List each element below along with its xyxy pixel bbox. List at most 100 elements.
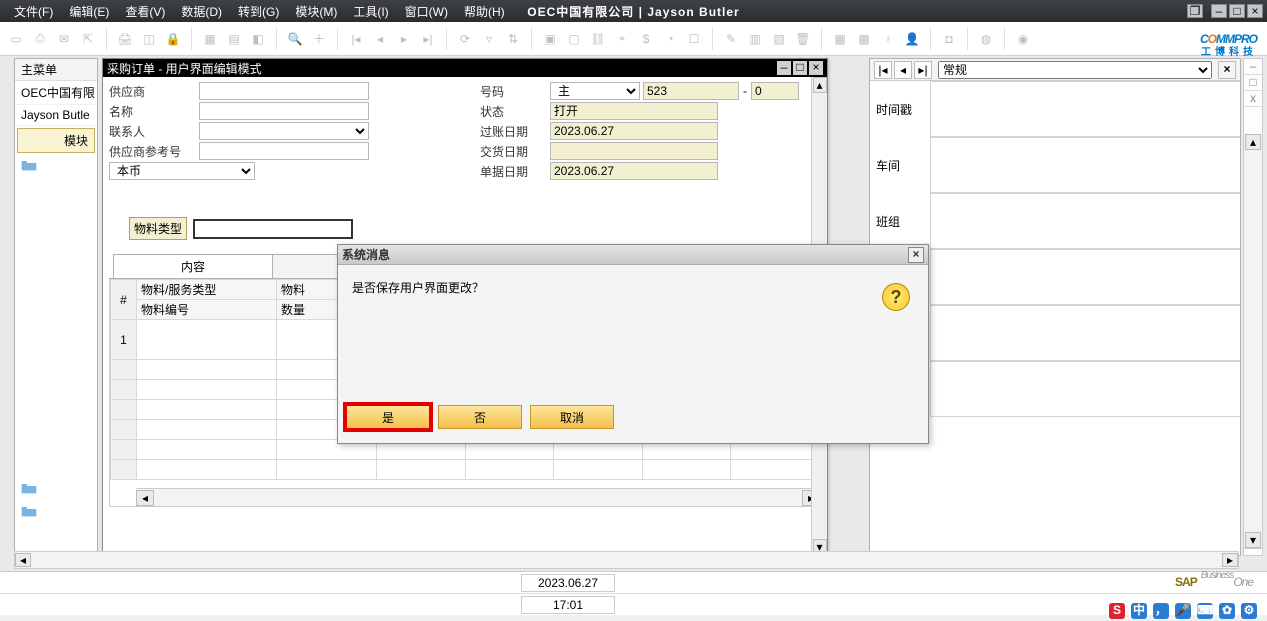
cancel-button[interactable]: 取消 <box>530 405 614 429</box>
tbtn-pie-icon[interactable]: ◔ <box>660 29 680 49</box>
tbtn-trash-icon[interactable]: 🗑 <box>793 29 813 49</box>
menu-file[interactable]: 文件(F) <box>6 3 61 20</box>
scroll-left-icon[interactable]: ◂ <box>15 553 31 567</box>
folder-icon[interactable] <box>15 155 97 178</box>
col-rownum[interactable]: # <box>111 280 137 320</box>
grid-hscroll[interactable]: ◂▸ <box>136 488 820 506</box>
po-close-icon[interactable]: × <box>809 61 823 75</box>
extra1-input[interactable] <box>930 249 1240 305</box>
ime-keyboard-icon[interactable]: ⌨ <box>1197 603 1213 619</box>
tbtn-help-icon[interactable]: ◉ <box>1013 29 1033 49</box>
tbtn-next-icon[interactable]: ▸ <box>394 29 414 49</box>
supplier-input[interactable] <box>199 82 369 100</box>
tbtn-formset-icon[interactable]: ▥ <box>745 29 765 49</box>
po-titlebar[interactable]: 采购订单 - 用户界面编辑模式 – □ × <box>103 59 827 77</box>
menu-tools[interactable]: 工具(I) <box>345 3 396 20</box>
tbtn-filter-icon[interactable]: ▿ <box>479 29 499 49</box>
maximize-icon[interactable]: □ <box>1229 4 1245 18</box>
udf-view-select[interactable]: 常规 <box>938 61 1212 79</box>
ime-mic-icon[interactable]: 🎤 <box>1175 603 1191 619</box>
material-type-input[interactable] <box>193 219 353 239</box>
dock-sq-icon[interactable]: □ <box>1244 75 1262 91</box>
tbtn-copyto-icon[interactable]: ▣ <box>540 29 560 49</box>
tbtn-cockpit-icon[interactable]: ◘ <box>939 29 959 49</box>
tbtn-mail-icon[interactable]: ✉ <box>54 29 74 49</box>
tbtn-first-icon[interactable]: |◂ <box>346 29 366 49</box>
tbtn-sort-icon[interactable]: ⇅ <box>503 29 523 49</box>
supplier-ref-input[interactable] <box>199 142 369 160</box>
folder-icon[interactable] <box>15 501 97 524</box>
tbtn-baselink-icon[interactable]: ⛓ <box>588 29 608 49</box>
ime-settings-icon[interactable]: ⚙ <box>1241 603 1257 619</box>
rownum-cell[interactable]: 1 <box>111 320 137 360</box>
tbtn-globe-icon[interactable]: ◍ <box>976 29 996 49</box>
yes-button[interactable]: 是 <box>346 405 430 429</box>
folder-icon[interactable] <box>15 478 97 501</box>
tbtn-payment-icon[interactable]: $ <box>636 29 656 49</box>
shift-input[interactable] <box>930 193 1240 249</box>
menu-module[interactable]: 模块(M) <box>287 3 345 20</box>
udf-prev-icon[interactable]: ◂ <box>894 61 912 79</box>
tbtn-pdf-icon[interactable]: ◧ <box>248 29 268 49</box>
ime-skin-icon[interactable]: ✿ <box>1219 603 1235 619</box>
workspace-hscroll[interactable]: ◂▸ <box>14 551 1239 569</box>
ime-punct-icon[interactable]: ， <box>1153 603 1169 619</box>
extra2-input[interactable] <box>930 305 1240 361</box>
dock-close-icon[interactable]: x <box>1244 91 1262 107</box>
currency-select[interactable]: 本币 <box>109 162 255 180</box>
dialog-titlebar[interactable]: 系统消息 × <box>338 245 928 265</box>
tree-user-row[interactable]: Jayson Butle <box>15 105 97 126</box>
no-button[interactable]: 否 <box>438 405 522 429</box>
col-group-itemtype[interactable]: 物料/服务类型 <box>137 280 277 300</box>
number-kind-select[interactable]: 主 <box>550 82 640 100</box>
tbtn-new-icon[interactable]: ▭ <box>6 29 26 49</box>
menu-help[interactable]: 帮助(H) <box>456 3 513 20</box>
po-min-icon[interactable]: – <box>777 61 791 75</box>
tbtn-lock-icon[interactable]: 🔒 <box>163 29 183 49</box>
udf-close-icon[interactable]: × <box>1218 61 1236 79</box>
ime-sogou-icon[interactable]: S <box>1109 603 1125 619</box>
tbtn-print-icon[interactable]: ⎙ <box>30 29 50 49</box>
extra3-input[interactable] <box>930 361 1240 417</box>
workshop-input[interactable] <box>930 137 1240 193</box>
minimize-icon[interactable]: – <box>1211 4 1227 18</box>
timestamp-input[interactable] <box>930 81 1240 137</box>
tbtn-print2-icon[interactable]: 🖨 <box>115 29 135 49</box>
contact-select[interactable] <box>199 122 369 140</box>
menu-view[interactable]: 查看(V) <box>117 3 173 20</box>
menu-data[interactable]: 数据(D) <box>173 3 230 20</box>
menu-goto[interactable]: 转到(G) <box>230 3 287 20</box>
tbtn-prev-icon[interactable]: ◂ <box>370 29 390 49</box>
tbtn-export-icon[interactable]: ⇱ <box>78 29 98 49</box>
scroll-right-icon[interactable]: ▸ <box>1222 553 1238 567</box>
ime-zh-icon[interactable]: 中 <box>1131 603 1147 619</box>
tbtn-add-icon[interactable]: ＋ <box>309 29 329 49</box>
name-input[interactable] <box>199 102 369 120</box>
delivery-date-value[interactable] <box>550 142 718 160</box>
tbtn-refresh-icon[interactable]: ⟳ <box>455 29 475 49</box>
tab-content[interactable]: 内容 <box>113 254 273 278</box>
close-icon[interactable]: × <box>1247 4 1263 18</box>
dialog-close-icon[interactable]: × <box>908 247 924 263</box>
udf-next-icon[interactable]: ▸| <box>914 61 932 79</box>
scroll-left-icon[interactable]: ◂ <box>136 490 154 506</box>
tbtn-last-icon[interactable]: ▸| <box>418 29 438 49</box>
tbtn-copyfrom-icon[interactable]: ▢ <box>564 29 584 49</box>
scroll-up-icon[interactable]: ▴ <box>813 77 827 93</box>
tbtn-tree-icon[interactable]: ♁ <box>878 29 898 49</box>
tree-company-row[interactable]: OEC中国有限 <box>15 81 97 105</box>
tbtn-user-icon[interactable]: 👤 <box>902 29 922 49</box>
menu-edit[interactable]: 编辑(E) <box>61 3 117 20</box>
cascade-windows-icon[interactable]: ❐ <box>1187 4 1203 18</box>
po-max-icon[interactable]: □ <box>793 61 807 75</box>
tbtn-box-icon[interactable]: ☐ <box>684 29 704 49</box>
tree-modules-tab[interactable]: 模块 <box>17 128 95 153</box>
scroll-up-icon[interactable]: ▴ <box>1245 134 1261 150</box>
tbtn-word-icon[interactable]: ▤ <box>224 29 244 49</box>
menu-window[interactable]: 窗口(W) <box>397 3 456 20</box>
tbtn-udf-icon[interactable]: ▧ <box>769 29 789 49</box>
table-row[interactable] <box>111 460 820 480</box>
col-code[interactable]: 物料编号 <box>137 300 277 320</box>
tbtn-excel-icon[interactable]: ▦ <box>200 29 220 49</box>
tbtn-grid-icon[interactable]: ▩ <box>854 29 874 49</box>
